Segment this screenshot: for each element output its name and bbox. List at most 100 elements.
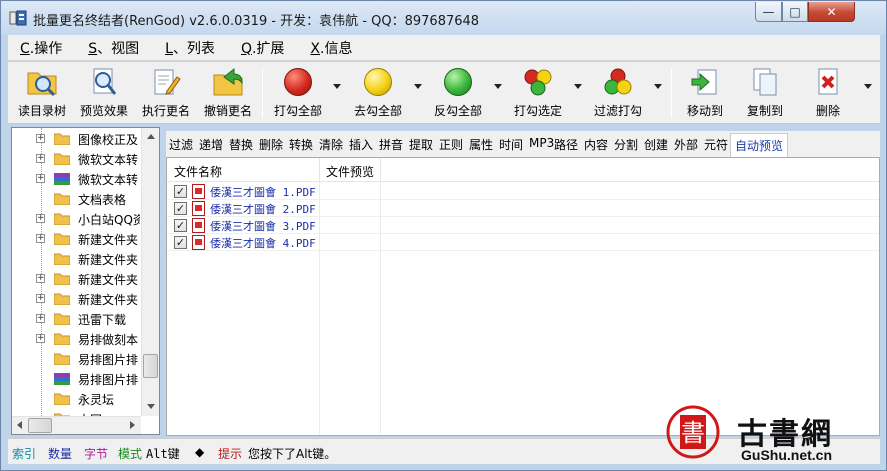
check-selected-dropdown[interactable] bbox=[574, 84, 582, 89]
tab-metachar[interactable]: 元符 bbox=[704, 136, 728, 153]
tab-regex[interactable]: 正则 bbox=[439, 136, 463, 153]
read-tree-button[interactable]: 读目录树 bbox=[14, 66, 70, 120]
check-all-dropdown[interactable] bbox=[333, 84, 341, 89]
expand-icon[interactable]: + bbox=[36, 274, 45, 283]
check-all-button[interactable]: 打勾全部 bbox=[268, 66, 328, 120]
tab-pinyin[interactable]: 拼音 bbox=[379, 136, 403, 153]
tree-item[interactable]: + 新建文件夹 bbox=[12, 289, 142, 309]
tree-item[interactable]: + 微软文本转 bbox=[12, 169, 142, 189]
invert-all-button[interactable]: 反勾全部 bbox=[428, 66, 488, 120]
function-tabs: 过滤 递增 替换 删除 转换 清除 插入 拼音 提取 正则 属性 时间 MP3 … bbox=[166, 131, 880, 157]
move-to-button[interactable]: 移动到 bbox=[678, 66, 732, 120]
tree-item[interactable]: + 新建文件夹 bbox=[12, 269, 142, 289]
tab-increment[interactable]: 递增 bbox=[199, 136, 223, 153]
file-list[interactable]: 文件名称 文件预览 ✓ 倭漢三才圖會 1.PDF ✓ 倭漢三才圖會 2.PDF … bbox=[166, 157, 880, 436]
menu-list-label: 、列表 bbox=[172, 40, 215, 57]
column-divider[interactable] bbox=[319, 158, 320, 182]
column-header-preview[interactable]: 文件预览 bbox=[326, 163, 374, 180]
row-checkbox[interactable]: ✓ bbox=[174, 185, 187, 198]
menu-list-key: L bbox=[165, 40, 173, 57]
maximize-button[interactable]: □ bbox=[782, 2, 808, 22]
expand-icon[interactable]: + bbox=[36, 154, 45, 163]
tab-path[interactable]: 路径 bbox=[554, 136, 578, 153]
menu-info[interactable]: X.信息 bbox=[298, 38, 366, 58]
tree-item[interactable]: + 易排做刻本 bbox=[12, 329, 142, 349]
expand-icon[interactable]: + bbox=[36, 314, 45, 323]
tree-item-label: 新建文件夹 bbox=[78, 273, 139, 287]
undo-rename-button[interactable]: 撤销更名 bbox=[200, 66, 256, 120]
delete-button[interactable]: 删除 bbox=[804, 66, 852, 120]
menu-list[interactable]: L、列表 bbox=[153, 38, 229, 58]
column-header-filename[interactable]: 文件名称 bbox=[174, 163, 222, 180]
tab-attributes[interactable]: 属性 bbox=[469, 136, 493, 153]
expand-icon[interactable]: + bbox=[36, 214, 45, 223]
tab-convert[interactable]: 转换 bbox=[289, 136, 313, 153]
tree-item[interactable]: 易排图片排 bbox=[12, 369, 142, 389]
tab-clear[interactable]: 清除 bbox=[319, 136, 343, 153]
tree-item[interactable]: + 迅雷下载 bbox=[12, 309, 142, 329]
tab-delete[interactable]: 删除 bbox=[259, 136, 283, 153]
tree-item[interactable]: 新建文件夹 bbox=[12, 249, 142, 269]
app-icon[interactable] bbox=[9, 10, 27, 26]
expand-icon[interactable]: + bbox=[36, 134, 45, 143]
scroll-down-icon[interactable] bbox=[147, 404, 155, 409]
invert-all-dropdown[interactable] bbox=[494, 84, 502, 89]
file-row[interactable]: ✓ 倭漢三才圖會 2.PDF bbox=[167, 200, 879, 217]
tree-item[interactable]: 易排图片排 bbox=[12, 349, 142, 369]
row-checkbox[interactable]: ✓ bbox=[174, 202, 187, 215]
tree-item-label: 文档表格 bbox=[78, 193, 127, 207]
menu-operate[interactable]: C.操作 bbox=[8, 38, 76, 58]
tab-auto-preview[interactable]: 自动预览 bbox=[730, 133, 789, 157]
row-checkbox[interactable]: ✓ bbox=[174, 236, 187, 249]
title-bar[interactable]: 批量更名终结者(RenGod) v2.6.0.0319 - 开发：袁伟航 - Q… bbox=[1, 1, 886, 35]
uncheck-all-button[interactable]: 去勾全部 bbox=[348, 66, 408, 120]
tab-insert[interactable]: 插入 bbox=[349, 136, 373, 153]
tab-content[interactable]: 内容 bbox=[584, 136, 608, 153]
tab-filter[interactable]: 过滤 bbox=[169, 136, 193, 153]
tab-replace[interactable]: 替换 bbox=[229, 136, 253, 153]
scroll-thumb[interactable] bbox=[143, 354, 158, 378]
scroll-thumb[interactable] bbox=[28, 418, 52, 433]
uncheck-all-dropdown[interactable] bbox=[414, 84, 422, 89]
delete-dropdown[interactable] bbox=[864, 84, 872, 89]
execute-rename-button[interactable]: 执行更名 bbox=[138, 66, 194, 120]
tab-extract[interactable]: 提取 bbox=[409, 136, 433, 153]
tree-item[interactable]: 永灵坛 bbox=[12, 389, 142, 409]
tab-time[interactable]: 时间 bbox=[499, 136, 523, 153]
minimize-button[interactable]: — bbox=[755, 2, 782, 22]
scroll-right-icon[interactable] bbox=[130, 421, 135, 429]
copy-to-button[interactable]: 复制到 bbox=[738, 66, 792, 120]
row-checkbox[interactable]: ✓ bbox=[174, 219, 187, 232]
tree-item[interactable]: 文档表格 bbox=[12, 189, 142, 209]
tab-create[interactable]: 创建 bbox=[644, 136, 668, 153]
scroll-left-icon[interactable] bbox=[17, 421, 22, 429]
expand-icon[interactable]: + bbox=[36, 334, 45, 343]
menu-extend[interactable]: Q.扩展 bbox=[229, 38, 298, 58]
column-divider[interactable] bbox=[380, 158, 381, 182]
expand-icon[interactable]: + bbox=[36, 174, 45, 183]
file-row[interactable]: ✓ 倭漢三才圖會 1.PDF bbox=[167, 183, 879, 200]
tree-vertical-scrollbar[interactable] bbox=[141, 128, 159, 416]
close-button[interactable]: ✕ bbox=[808, 2, 855, 22]
file-row[interactable]: ✓ 倭漢三才圖會 3.PDF bbox=[167, 217, 879, 234]
preview-button[interactable]: 预览效果 bbox=[76, 66, 132, 120]
tree-item[interactable]: 中国 bbox=[12, 409, 142, 416]
tree-horizontal-scrollbar[interactable] bbox=[12, 416, 141, 434]
tree-item[interactable]: + 新建文件夹 bbox=[12, 229, 142, 249]
tree-item[interactable]: + 小白站QQ资 bbox=[12, 209, 142, 229]
tab-split[interactable]: 分割 bbox=[614, 136, 638, 153]
tab-mp3[interactable]: MP3 bbox=[529, 136, 554, 150]
file-row[interactable]: ✓ 倭漢三才圖會 4.PDF bbox=[167, 234, 879, 251]
scroll-up-icon[interactable] bbox=[147, 134, 155, 139]
tree-item[interactable]: + 图像校正及 bbox=[12, 129, 142, 149]
move-to-icon bbox=[688, 66, 722, 98]
menu-view[interactable]: S、视图 bbox=[76, 38, 153, 58]
check-selected-button[interactable]: 打勾选定 bbox=[508, 66, 568, 120]
filter-check-button[interactable]: 过滤打勾 bbox=[588, 66, 648, 120]
filter-check-dropdown[interactable] bbox=[654, 84, 662, 89]
directory-tree[interactable]: + 图像校正及 + 微软文本转 + 微软文本转 文档表格 + 小白站QQ资 + 新建文件夹… bbox=[11, 127, 160, 435]
tab-external[interactable]: 外部 bbox=[674, 136, 698, 153]
expand-icon[interactable]: + bbox=[36, 294, 45, 303]
tree-item[interactable]: + 微软文本转 bbox=[12, 149, 142, 169]
expand-icon[interactable]: + bbox=[36, 234, 45, 243]
